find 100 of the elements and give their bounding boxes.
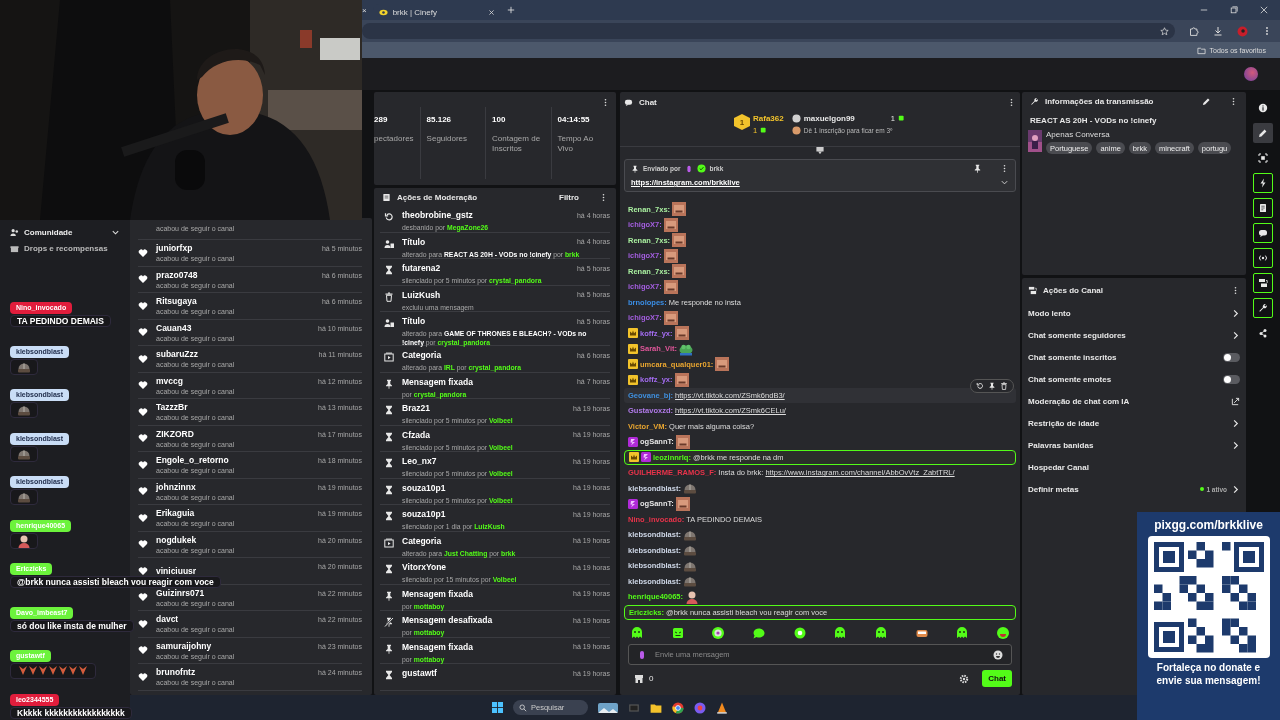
emote-icon[interactable] [751,626,766,640]
profile-avatar[interactable] [1244,67,1258,81]
windows-icon[interactable] [492,702,503,713]
sidebar-button[interactable] [1253,173,1273,193]
send-button[interactable]: Chat [982,670,1012,687]
pin-icon [384,378,394,389]
emote-icon[interactable] [670,626,685,640]
reply-icon[interactable] [976,381,984,390]
download-icon[interactable] [1213,26,1223,36]
follower-name: Erikaguia [156,508,196,519]
restore-icon[interactable] [1230,6,1238,14]
action-label[interactable]: Chat somente inscritos [1028,352,1223,362]
crown-badge-icon [628,328,638,339]
toggle-switch[interactable] [1223,352,1240,362]
hourglass-icon [384,511,394,521]
profile-icon[interactable] [1237,25,1248,37]
chrome-icon[interactable] [672,701,684,714]
pencil-icon[interactable] [1202,96,1211,106]
action-label[interactable]: Chat somente seguidores [1028,330,1231,340]
overlay-text: TA PEDINDO DEMAIS [17,316,104,326]
mic-icon [637,649,647,660]
action-label[interactable]: Definir metas [1028,484,1201,494]
donate-url[interactable]: pixgg.com/brkklive [1154,518,1263,532]
emote-icon [674,372,689,387]
settings-icon[interactable] [959,673,970,684]
action-label[interactable]: Hospedar Canal [1028,462,1240,472]
action-label[interactable]: Chat somente emotes [1028,374,1223,384]
sidebar-button[interactable] [1253,223,1273,243]
emote-icon[interactable] [792,626,807,640]
eye-icon [378,7,388,17]
chevron-down-icon[interactable] [815,147,825,156]
sidebar-button[interactable] [1253,273,1273,293]
chevron-right-icon[interactable] [1231,418,1240,428]
action-label[interactable]: Palavras banidas [1028,440,1231,450]
follower-name: Guizinrs071 [156,587,206,598]
action-label[interactable]: Modo lento [1028,308,1231,318]
action-label[interactable]: Moderação de chat com IA [1028,396,1231,406]
star-icon[interactable] [1160,26,1169,36]
close-icon[interactable]: × [362,5,367,15]
emote-icon[interactable] [630,626,644,640]
chevron-right-icon[interactable] [1231,484,1240,494]
follower-name: Ritsugaya [156,296,198,307]
landscape-icon[interactable] [598,702,618,713]
chevron-right-icon[interactable] [1231,308,1240,318]
stat-label: Tempo Ao Vivo [557,134,595,155]
app-icon[interactable] [694,701,706,714]
emote-icon [675,434,690,449]
emote-icon [17,533,31,548]
pin-icon [384,590,394,601]
follower-name: brunofntz [156,667,197,678]
emote-icon[interactable] [833,626,848,640]
stat-label: Seguidores [426,134,469,145]
pin-icon[interactable] [988,381,996,390]
menu-item[interactable]: Drops e recompensas [24,243,108,253]
external-link-icon[interactable] [1231,396,1240,406]
emote-icon [674,326,689,341]
crown-badge-icon [628,359,638,370]
close-icon[interactable] [487,8,495,16]
chevron-down-icon[interactable] [1000,178,1009,187]
action-title: souza10p1 [402,509,446,519]
sidebar-button[interactable] [1253,198,1273,218]
wrench-icon [1030,96,1039,106]
folder-icon[interactable] [650,701,662,714]
emote-icon[interactable] [955,626,970,640]
store-icon[interactable] [634,673,644,684]
chevron-right-icon[interactable] [1231,440,1240,450]
minimize-icon[interactable] [1200,6,1208,14]
chevron-right-icon[interactable] [1231,330,1240,340]
sidebar-button[interactable] [1253,248,1273,268]
heart-icon [138,327,148,338]
trash-icon[interactable] [1000,381,1008,390]
puzzle-icon[interactable] [1189,26,1199,36]
layout-icon [1028,285,1037,295]
heart-icon [138,565,148,576]
sidebar-button[interactable] [1253,123,1273,143]
pin-icon[interactable] [973,164,982,173]
action-label[interactable]: Restrição de idade [1028,418,1231,428]
emote-icon [663,279,678,294]
panel-title: Informações da transmissão [1045,96,1155,106]
emote-icon [672,202,687,217]
emote-icon[interactable] [711,626,726,640]
filter-button[interactable]: Filtro [559,192,579,202]
menu-item[interactable]: Comunidade [24,227,73,237]
heart-icon [138,247,148,258]
stat-label: Contagem de Inscritos [492,134,542,155]
stream-category[interactable]: Apenas Conversa [1046,130,1240,139]
stat-label: pectadores [374,134,414,145]
follower-name: TazzzBr [156,402,189,413]
toggle-switch[interactable] [1223,374,1240,384]
emote-icon[interactable] [995,626,1010,640]
hourglass-icon [384,484,394,495]
sidebar-button[interactable] [1253,298,1273,318]
plus-icon[interactable] [506,6,515,14]
emoji-icon[interactable] [993,649,1003,660]
heart-icon [138,671,148,682]
cone-icon[interactable] [716,701,728,714]
emote-icon[interactable] [873,626,888,640]
action-title: Mensagem fixada [402,376,473,387]
sub-badge-icon [641,452,651,463]
close-icon[interactable] [1260,6,1268,14]
